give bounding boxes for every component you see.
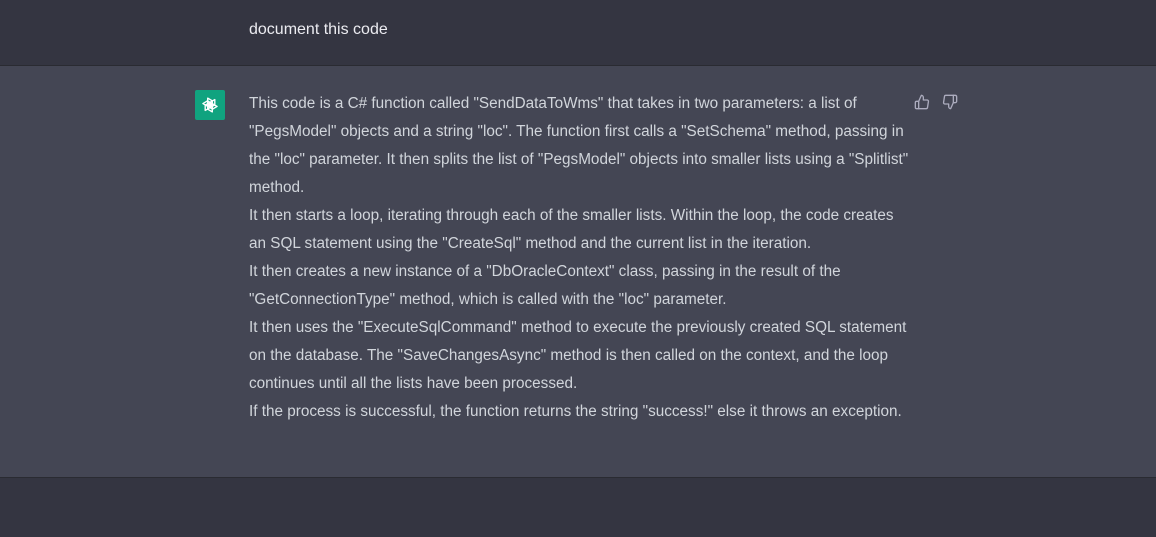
user-message-text: document this code: [249, 21, 388, 38]
answer-paragraph-4: It then uses the "ExecuteSqlCommand" met…: [249, 319, 907, 392]
thumbs-up-button[interactable]: [912, 92, 932, 112]
assistant-avatar: [195, 90, 225, 120]
answer-paragraph-1: This code is a C# function called "SendD…: [249, 95, 909, 196]
answer-paragraph-3: It then creates a new instance of a "DbO…: [249, 263, 841, 308]
answer-paragraph-5: If the process is successful, the functi…: [249, 403, 902, 420]
answer-paragraph-2: It then starts a loop, iterating through…: [249, 207, 894, 252]
openai-logo-icon: [202, 97, 218, 113]
chat-bottom-area: [0, 478, 1156, 537]
thumbs-down-button[interactable]: [940, 92, 960, 112]
thumbs-down-icon: [942, 94, 958, 110]
thumbs-up-icon: [914, 94, 930, 110]
assistant-answer: This code is a C# function called "SendD…: [249, 90, 909, 426]
assistant-message-row: This code is a C# function called "SendD…: [0, 66, 1156, 478]
user-message-row: document this code: [0, 0, 1156, 66]
